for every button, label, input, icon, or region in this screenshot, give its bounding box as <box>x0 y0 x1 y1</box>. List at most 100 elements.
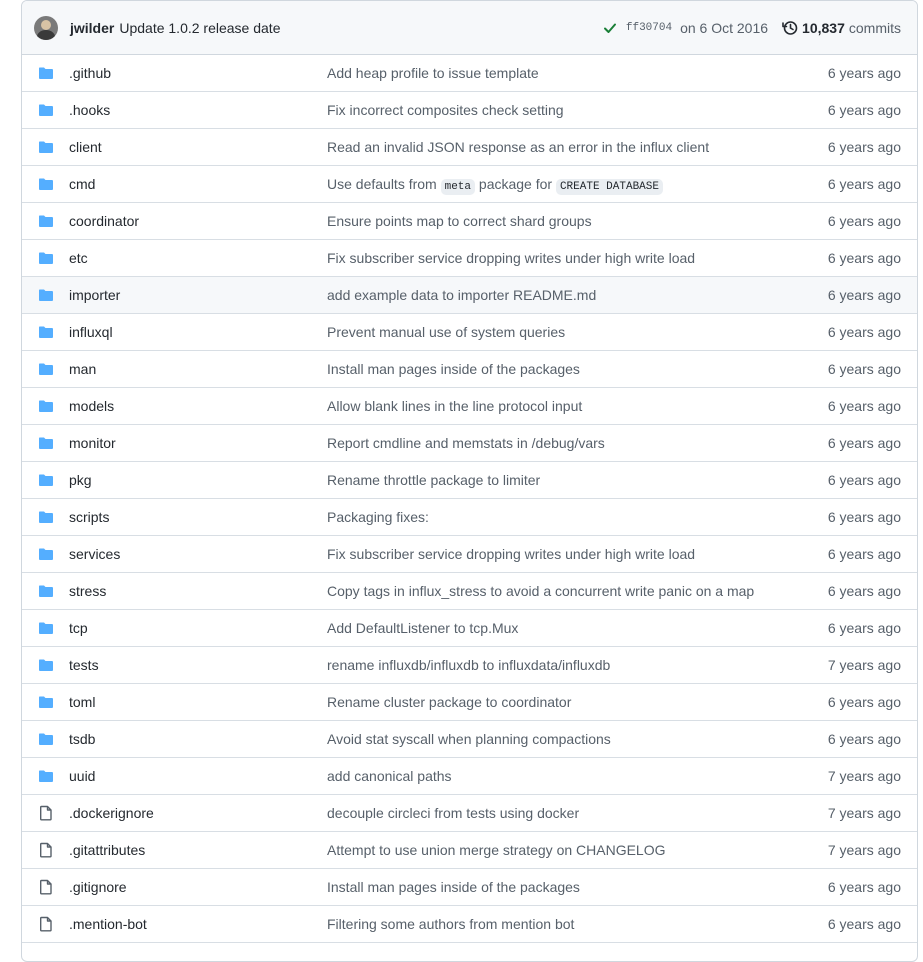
file-row[interactable]: influxql Prevent manual use of system que… <box>22 314 917 351</box>
file-name-link[interactable]: man <box>69 361 327 377</box>
commit-date: on 6 Oct 2016 <box>680 19 769 36</box>
folder-icon <box>22 583 69 599</box>
file-row[interactable]: models Allow blank lines in the line prot… <box>22 388 917 425</box>
folder-icon <box>22 472 69 488</box>
file-row[interactable]: .gitignore Install man pages inside of th… <box>22 869 917 906</box>
file-name-link[interactable]: tsdb <box>69 731 327 747</box>
commit-message-link[interactable]: Rename cluster package to coordinator <box>327 694 781 710</box>
commit-age: 6 years ago <box>827 472 901 488</box>
commit-message-link[interactable]: Prevent manual use of system queries <box>327 324 781 340</box>
file-row[interactable]: toml Rename cluster package to coordinato… <box>22 684 917 721</box>
commit-message-link[interactable]: Avoid stat syscall when planning compact… <box>327 731 781 747</box>
file-row[interactable]: .github Add heap profile to issue templat… <box>22 55 917 92</box>
avatar[interactable] <box>34 15 58 40</box>
commit-author-link[interactable]: jwilder <box>70 20 114 36</box>
commit-message-link[interactable]: add example data to importer README.md <box>327 287 781 303</box>
file-name-link[interactable]: toml <box>69 694 327 710</box>
commit-message-link[interactable]: Add heap profile to issue template <box>327 65 781 81</box>
commit-message-link[interactable]: decouple circleci from tests using docke… <box>327 805 781 821</box>
commit-message-link[interactable]: Copy tags in influx_stress to avoid a co… <box>327 583 781 599</box>
file-name-link[interactable]: tcp <box>69 620 327 636</box>
commits-history-link[interactable]: 10,837 commits <box>782 20 901 36</box>
file-row[interactable]: services Fix subscriber service dropping … <box>22 536 917 573</box>
check-icon[interactable] <box>602 20 618 36</box>
folder-icon <box>22 620 69 636</box>
file-name-link[interactable]: models <box>69 398 327 414</box>
file-icon <box>22 805 69 821</box>
file-name-link[interactable]: pkg <box>69 472 327 488</box>
file-row[interactable]: etc Fix subscriber service dropping write… <box>22 240 917 277</box>
commit-message-link[interactable]: Install man pages inside of the packages <box>327 879 781 895</box>
commit-message-link[interactable]: Report cmdline and memstats in /debug/va… <box>327 435 781 451</box>
file-row[interactable]: importer add example data to importer REA… <box>22 277 917 314</box>
commit-message-link[interactable]: Filtering some authors from mention bot <box>327 916 781 932</box>
file-name-link[interactable]: scripts <box>69 509 327 525</box>
commit-message-link[interactable]: Install man pages inside of the packages <box>327 361 781 377</box>
file-row[interactable]: tcp Add DefaultListener to tcp.Mux 6 years… <box>22 610 917 647</box>
commit-message-link[interactable]: Rename throttle package to limiter <box>327 472 781 488</box>
history-icon <box>782 20 798 35</box>
file-row[interactable]: cmd Use defaults from meta package for CR… <box>22 166 917 203</box>
commit-age: 6 years ago <box>827 620 901 636</box>
file-name-link[interactable]: stress <box>69 583 327 599</box>
file-name-link[interactable]: etc <box>69 250 327 266</box>
file-name-link[interactable]: .gitattributes <box>69 842 327 858</box>
folder-icon <box>22 287 69 303</box>
file-row[interactable]: stress Copy tags in influx_stress to avoi… <box>22 573 917 610</box>
commit-message-link[interactable]: Fix subscriber service dropping writes u… <box>327 546 781 562</box>
file-name-link[interactable]: .dockerignore <box>69 805 327 821</box>
commit-message-link[interactable]: Fix incorrect composites check setting <box>327 102 781 118</box>
commit-age: 6 years ago <box>827 213 901 229</box>
file-row[interactable]: .mention-bot Filtering some authors from … <box>22 906 917 943</box>
commit-age: 6 years ago <box>827 361 901 377</box>
folder-icon <box>22 102 69 118</box>
commit-message-link[interactable]: Update 1.0.2 release date <box>119 20 280 36</box>
commit-age: 6 years ago <box>827 435 901 451</box>
file-name-link[interactable]: client <box>69 139 327 155</box>
folder-icon <box>22 509 69 525</box>
file-name-link[interactable]: influxql <box>69 324 327 340</box>
file-row[interactable]: pkg Rename throttle package to limiter 6 y… <box>22 462 917 499</box>
file-row[interactable]: man Install man pages inside of the packa… <box>22 351 917 388</box>
file-row[interactable]: tsdb Avoid stat syscall when planning com… <box>22 721 917 758</box>
commit-message-link[interactable]: rename influxdb/influxdb to influxdata/i… <box>327 657 781 673</box>
commit-age: 6 years ago <box>827 287 901 303</box>
file-name-link[interactable]: .gitignore <box>69 879 327 895</box>
file-row[interactable]: coordinator Ensure points map to correct … <box>22 203 917 240</box>
file-name-link[interactable]: coordinator <box>69 213 327 229</box>
file-name-link[interactable]: importer <box>69 287 327 303</box>
file-row[interactable]: tests rename influxdb/influxdb to influxd… <box>22 647 917 684</box>
commit-age: 6 years ago <box>827 250 901 266</box>
commit-message-link[interactable]: Use defaults from meta package for CREAT… <box>327 176 781 195</box>
folder-icon <box>22 65 69 81</box>
commit-age: 6 years ago <box>827 139 901 155</box>
file-icon <box>22 879 69 895</box>
file-name-link[interactable]: services <box>69 546 327 562</box>
commit-message-link[interactable]: add canonical paths <box>327 768 781 784</box>
file-row[interactable]: scripts Packaging fixes: 6 years ago <box>22 499 917 536</box>
file-name-link[interactable]: .mention-bot <box>69 916 327 932</box>
file-name-link[interactable]: monitor <box>69 435 327 451</box>
commit-message-link[interactable]: Ensure points map to correct shard group… <box>327 213 781 229</box>
file-row[interactable]: client Read an invalid JSON response as a… <box>22 129 917 166</box>
file-row[interactable]: monitor Report cmdline and memstats in /d… <box>22 425 917 462</box>
commit-message-link[interactable]: Allow blank lines in the line protocol i… <box>327 398 781 414</box>
file-row[interactable]: .hooks Fix incorrect composites check set… <box>22 92 917 129</box>
file-row[interactable]: uuid add canonical paths 7 years ago <box>22 758 917 795</box>
folder-icon <box>22 694 69 710</box>
commit-message-link[interactable]: Read an invalid JSON response as an erro… <box>327 139 781 155</box>
file-name-link[interactable]: .hooks <box>69 102 327 118</box>
commit-message-link[interactable]: Packaging fixes: <box>327 509 781 525</box>
file-name-link[interactable]: .github <box>69 65 327 81</box>
file-name-link[interactable]: cmd <box>69 176 327 192</box>
file-row[interactable]: .dockerignore decouple circleci from test… <box>22 795 917 832</box>
commit-message-link[interactable]: Fix subscriber service dropping writes u… <box>327 250 781 266</box>
file-name-link[interactable]: tests <box>69 657 327 673</box>
folder-icon <box>22 361 69 377</box>
commit-message-link[interactable]: Add DefaultListener to tcp.Mux <box>327 620 781 636</box>
commit-sha-link[interactable]: ff30704 <box>626 22 672 34</box>
commit-message-link[interactable]: Attempt to use union merge strategy on C… <box>327 842 781 858</box>
commit-age: 6 years ago <box>827 583 901 599</box>
file-row[interactable]: .gitattributes Attempt to use union merge… <box>22 832 917 869</box>
file-name-link[interactable]: uuid <box>69 768 327 784</box>
